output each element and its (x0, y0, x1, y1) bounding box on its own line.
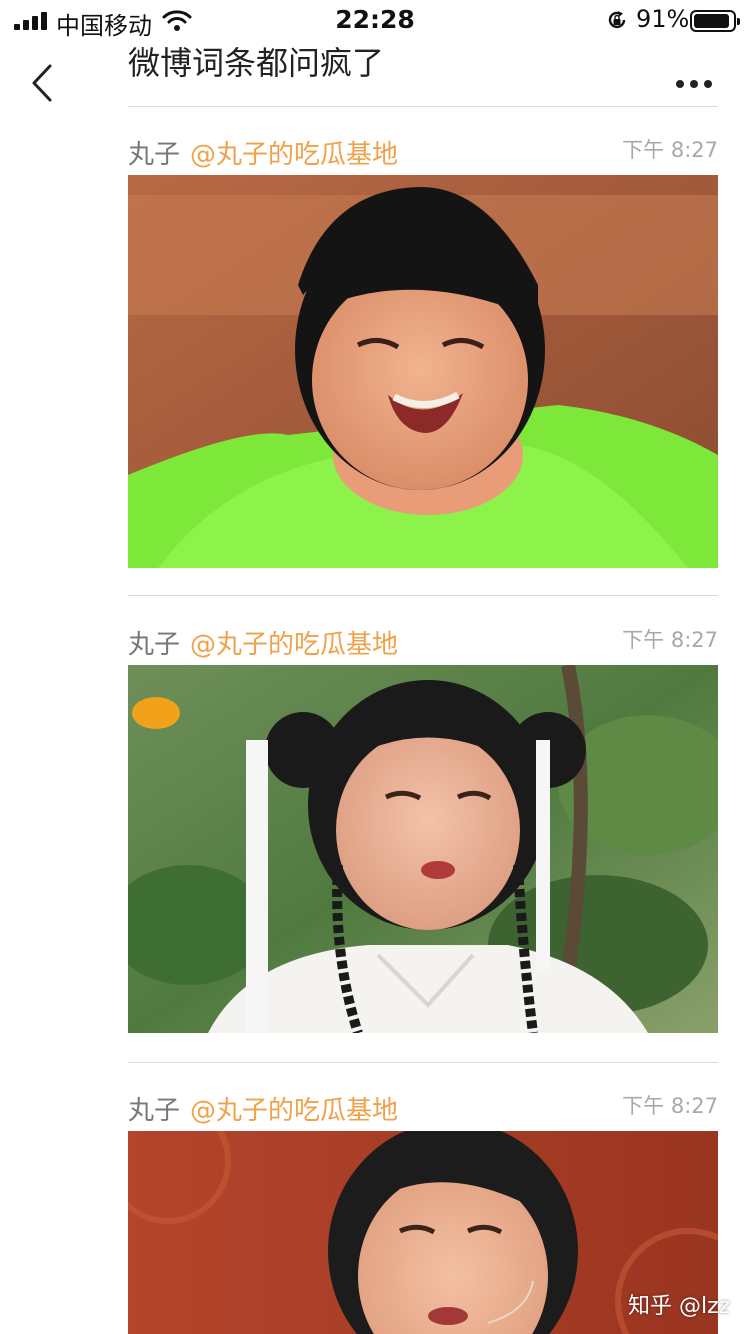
post-divider (128, 595, 718, 596)
battery-percent: 91% (636, 5, 690, 33)
post-header: 丸子 @丸子的吃瓜基地 下午 8:27 (128, 1084, 718, 1128)
battery-icon (690, 10, 740, 32)
post-author: 丸子 (128, 1096, 181, 1126)
post-image[interactable] (128, 665, 718, 1033)
post-mention-link[interactable]: @丸子的吃瓜基地 (190, 624, 398, 661)
post-time: 下午 8:27 (622, 138, 718, 162)
post-item: 丸子 @丸子的吃瓜基地 下午 8:27 (128, 1084, 718, 1334)
battery-fill (694, 14, 729, 28)
back-button[interactable] (24, 60, 64, 106)
chevron-left-icon (32, 64, 52, 102)
post-divider (128, 1062, 718, 1063)
post-image[interactable] (128, 175, 718, 568)
nav-divider (128, 106, 718, 107)
orientation-lock-icon (608, 11, 626, 29)
page-title: 微博词条都问疯了 (128, 44, 385, 82)
post-header: 丸子 @丸子的吃瓜基地 下午 8:27 (128, 128, 718, 172)
post-author: 丸子 (128, 630, 181, 660)
status-bar: 中国移动 22:28 91% (0, 0, 750, 40)
post-mention-link[interactable]: @丸子的吃瓜基地 (190, 134, 398, 171)
post-author: 丸子 (128, 140, 181, 170)
post-time: 下午 8:27 (622, 1094, 718, 1118)
more-button[interactable] (670, 70, 718, 98)
post-mention-link[interactable]: @丸子的吃瓜基地 (190, 1090, 398, 1127)
post-item: 丸子 @丸子的吃瓜基地 下午 8:27 (128, 128, 718, 596)
post-item: 丸子 @丸子的吃瓜基地 下午 8:27 (128, 618, 718, 1063)
post-time: 下午 8:27 (622, 628, 718, 652)
post-header: 丸子 @丸子的吃瓜基地 下午 8:27 (128, 618, 718, 662)
watermark: 知乎 @lzz (628, 1294, 731, 1319)
